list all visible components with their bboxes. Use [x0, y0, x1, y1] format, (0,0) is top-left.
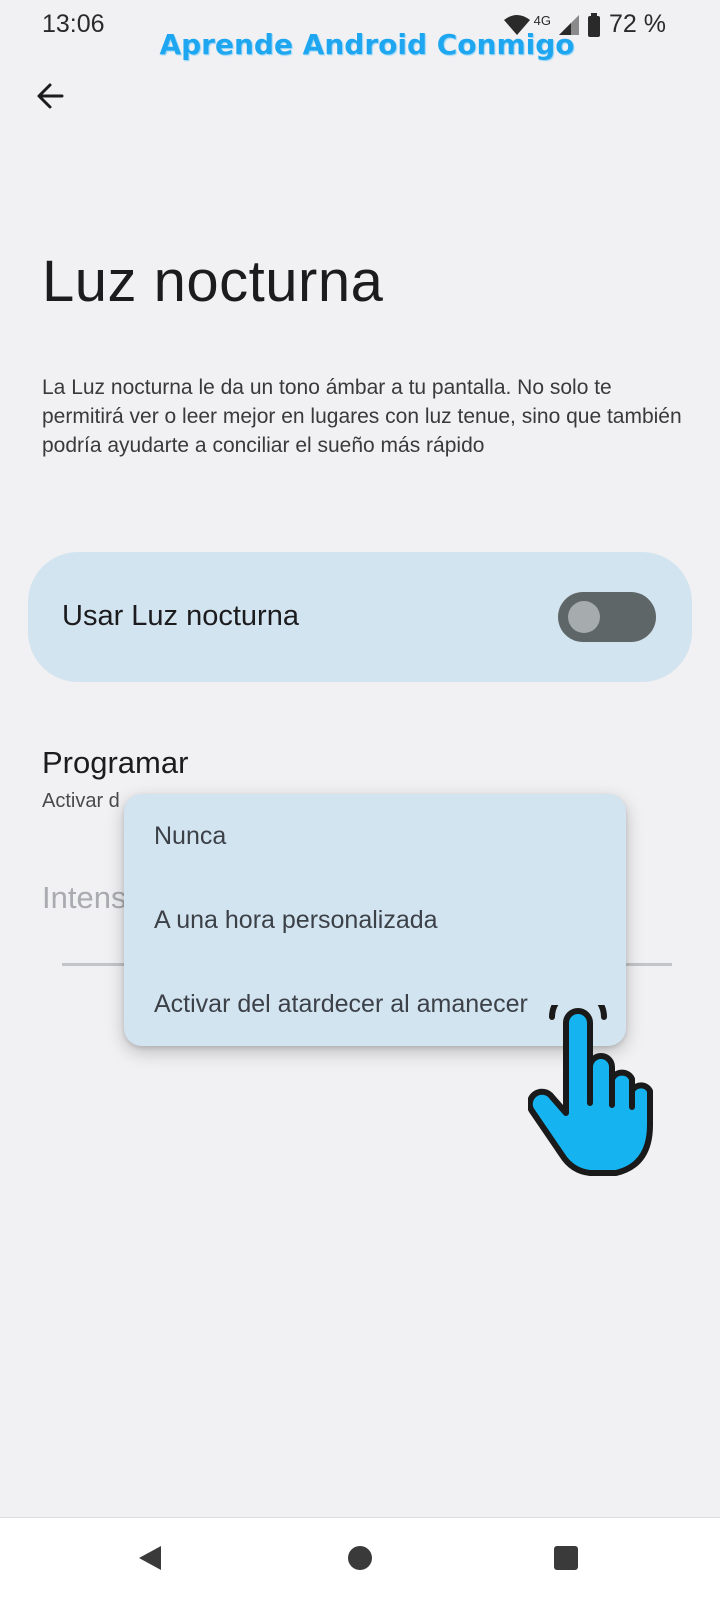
back-button[interactable] [28, 76, 72, 120]
intensity-label: Intens [42, 880, 127, 915]
navigation-bar [0, 1517, 720, 1600]
use-night-light-toggle-row[interactable]: Usar Luz nocturna [28, 552, 692, 682]
schedule-title: Programar [42, 745, 189, 780]
nav-recents-button[interactable] [544, 1540, 588, 1580]
arrow-back-icon [35, 81, 65, 116]
menu-item-never[interactable]: Nunca [124, 794, 626, 878]
switch-thumb [568, 601, 600, 633]
page-description: La Luz nocturna le da un tono ámbar a tu… [42, 376, 682, 457]
use-night-light-label: Usar Luz nocturna [62, 600, 299, 632]
nav-home-button[interactable] [338, 1540, 382, 1580]
watermark: Aprende Android Conmigo [159, 28, 575, 61]
network-type: 4G [533, 13, 552, 28]
nav-back-button[interactable] [128, 1540, 172, 1580]
menu-item-custom-time[interactable]: A una hora personalizada [124, 878, 626, 962]
page-title: Luz nocturna [42, 249, 384, 314]
nav-recents-icon [553, 1545, 579, 1576]
nav-home-icon [347, 1545, 373, 1576]
pointing-hand-icon [526, 988, 658, 1185]
schedule-subtitle: Activar d [42, 790, 120, 812]
nav-back-icon [137, 1544, 163, 1577]
night-light-switch[interactable] [558, 592, 656, 642]
